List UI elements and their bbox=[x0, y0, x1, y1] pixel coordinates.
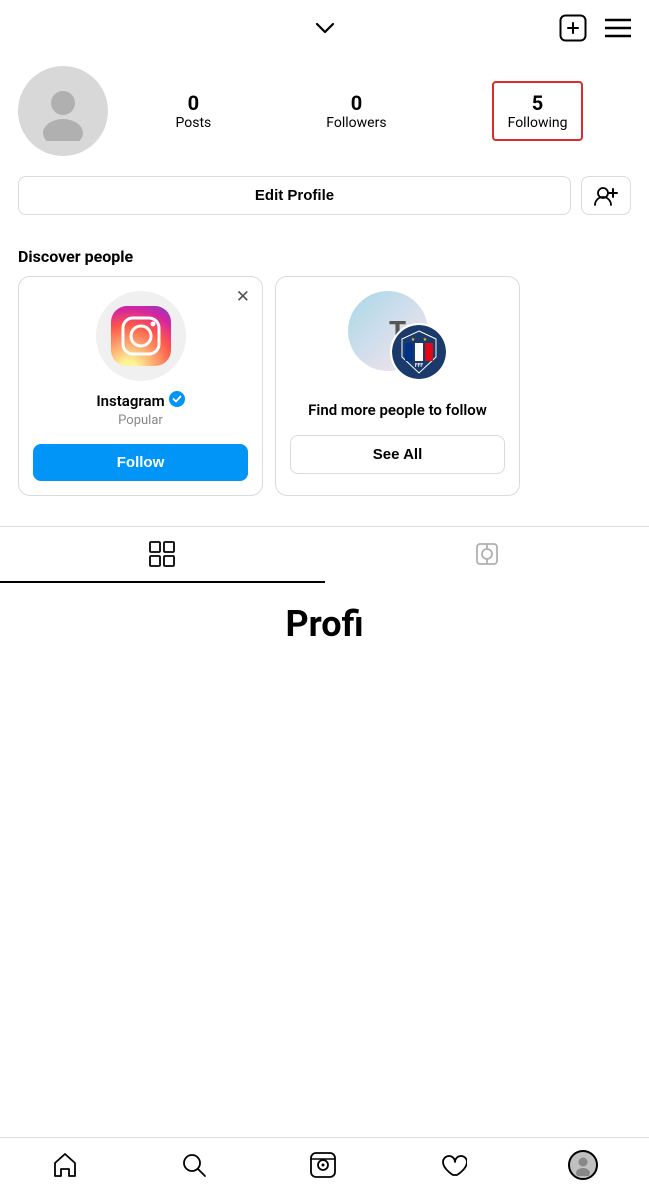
find-more-images: T ★ ★ FFF bbox=[290, 291, 505, 381]
see-all-button[interactable]: See All bbox=[290, 435, 505, 474]
svg-text:FFF: FFF bbox=[414, 363, 422, 369]
dropdown-chevron-icon[interactable] bbox=[315, 18, 335, 39]
instagram-avatar bbox=[96, 291, 186, 381]
home-nav-button[interactable] bbox=[51, 1151, 79, 1179]
followers-count: 0 bbox=[351, 91, 362, 115]
new-post-button[interactable] bbox=[559, 14, 587, 42]
verified-badge-icon bbox=[169, 391, 185, 411]
discover-card-find-more: T ★ ★ FFF bbox=[275, 276, 520, 496]
top-bar bbox=[0, 0, 649, 56]
discover-card-instagram: ✕ bbox=[18, 276, 263, 496]
followers-label: Followers bbox=[326, 115, 386, 131]
partial-page-title: Profi bbox=[0, 583, 649, 683]
instagram-sub: Popular bbox=[118, 413, 163, 428]
following-label: Following bbox=[508, 115, 568, 131]
reels-nav-button[interactable] bbox=[309, 1151, 337, 1179]
discover-scroll: ✕ bbox=[0, 276, 649, 516]
grid-tab[interactable] bbox=[0, 527, 325, 583]
svg-text:★: ★ bbox=[422, 337, 427, 343]
add-friend-button[interactable] bbox=[581, 176, 631, 215]
followers-stat[interactable]: 0 Followers bbox=[316, 87, 396, 135]
tabs-bar bbox=[0, 526, 649, 583]
svg-text:★: ★ bbox=[410, 337, 415, 343]
avatar[interactable] bbox=[18, 66, 108, 156]
profile-nav-button[interactable] bbox=[568, 1150, 598, 1180]
follow-instagram-button[interactable]: Follow bbox=[33, 444, 248, 481]
posts-count: 0 bbox=[188, 91, 199, 115]
instagram-name: Instagram bbox=[96, 391, 184, 411]
posts-stat[interactable]: 0 Posts bbox=[166, 87, 222, 135]
following-stat[interactable]: 5 Following bbox=[492, 81, 584, 141]
likes-nav-button[interactable] bbox=[439, 1151, 467, 1179]
profile-actions: Edit Profile bbox=[0, 176, 649, 235]
tagged-tab[interactable] bbox=[325, 527, 649, 583]
close-instagram-card-button[interactable]: ✕ bbox=[236, 287, 250, 307]
menu-button[interactable] bbox=[605, 18, 631, 38]
search-nav-button[interactable] bbox=[180, 1151, 208, 1179]
stats-container: 0 Posts 0 Followers 5 Following bbox=[118, 81, 631, 141]
grid-icon bbox=[149, 541, 175, 567]
tagged-icon bbox=[474, 541, 500, 567]
following-count: 5 bbox=[532, 91, 543, 115]
discover-section-title: Discover people bbox=[0, 235, 649, 276]
profile-section: 0 Posts 0 Followers 5 Following bbox=[0, 56, 649, 176]
posts-label: Posts bbox=[176, 115, 212, 131]
bottom-nav bbox=[0, 1137, 649, 1200]
top-bar-actions bbox=[559, 14, 631, 42]
edit-profile-button[interactable]: Edit Profile bbox=[18, 176, 571, 215]
find-more-label: Find more people to follow bbox=[308, 401, 487, 419]
